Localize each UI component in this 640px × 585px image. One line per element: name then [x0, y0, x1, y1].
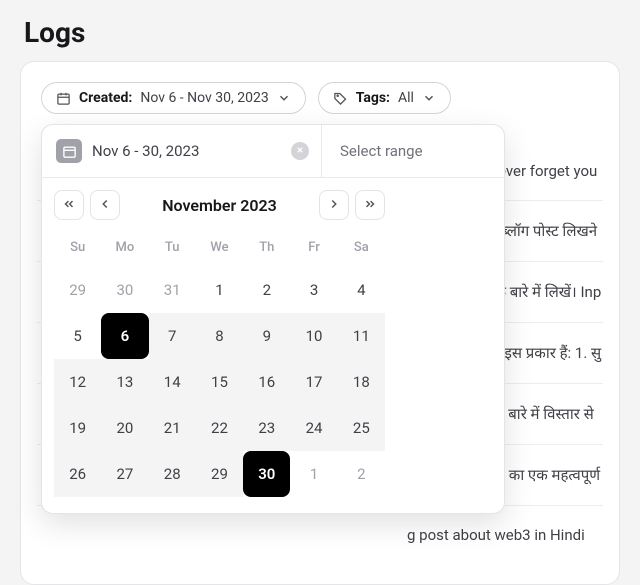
calendar-day[interactable]: 25 [338, 405, 385, 451]
calendar-day[interactable]: 18 [338, 359, 385, 405]
calendar-day[interactable]: 4 [338, 267, 385, 313]
calendar-dow: Fr [290, 230, 337, 267]
calendar-dow: Sa [338, 230, 385, 267]
calendar-day[interactable]: 8 [196, 313, 243, 359]
created-filter-label: Created: [79, 90, 132, 106]
calendar-day[interactable]: 14 [149, 359, 196, 405]
calendar-icon [56, 139, 82, 163]
calendar-day[interactable]: 21 [149, 405, 196, 451]
next-year-button[interactable] [355, 190, 385, 220]
filter-row: Created: Nov 6 - Nov 30, 2023 Tags: All [37, 82, 603, 128]
calendar-day[interactable]: 19 [54, 405, 101, 451]
calendar-dow: Mo [101, 230, 148, 267]
calendar-day[interactable]: 2 [338, 451, 385, 497]
tags-filter-pill[interactable]: Tags: All [318, 82, 451, 114]
calendar-day[interactable]: 6 [101, 313, 148, 359]
calendar-dow: Tu [149, 230, 196, 267]
calendar-day[interactable]: 30 [243, 451, 290, 497]
tag-icon [333, 91, 348, 106]
calendar-day[interactable]: 24 [290, 405, 337, 451]
chevron-down-icon [277, 91, 291, 105]
calendar-icon [56, 91, 71, 106]
calendar-day[interactable]: 9 [243, 313, 290, 359]
calendar-day[interactable]: 28 [149, 451, 196, 497]
calendar-day[interactable]: 3 [290, 267, 337, 313]
logs-card: Created: Nov 6 - Nov 30, 2023 Tags: All … [20, 61, 620, 585]
calendar-day[interactable]: 20 [101, 405, 148, 451]
calendar-day[interactable]: 2 [243, 267, 290, 313]
calendar-day[interactable]: 26 [54, 451, 101, 497]
selected-range-display[interactable]: Nov 6 - 30, 2023 [42, 125, 322, 177]
calendar-day[interactable]: 30 [101, 267, 148, 313]
calendar-day[interactable]: 13 [101, 359, 148, 405]
popover-header: Nov 6 - 30, 2023 Select range [42, 125, 504, 178]
calendar-day[interactable]: 27 [101, 451, 148, 497]
calendar-day[interactable]: 7 [149, 313, 196, 359]
next-month-button[interactable] [319, 190, 349, 220]
calendar-day[interactable]: 17 [290, 359, 337, 405]
calendar-day[interactable]: 22 [196, 405, 243, 451]
select-range-label: Select range [340, 142, 423, 160]
date-range-popover: Nov 6 - 30, 2023 Select range [41, 124, 505, 514]
calendar-nav: November 2023 [54, 190, 385, 220]
selected-range-text: Nov 6 - 30, 2023 [92, 142, 199, 160]
calendar-day[interactable]: 10 [290, 313, 337, 359]
calendar-day[interactable]: 1 [196, 267, 243, 313]
close-icon [296, 145, 304, 157]
chevron-right-icon [327, 197, 341, 214]
calendar-day[interactable]: 16 [243, 359, 290, 405]
calendar-day[interactable]: 15 [196, 359, 243, 405]
calendar-dow: Su [54, 230, 101, 267]
created-filter-pill[interactable]: Created: Nov 6 - Nov 30, 2023 [41, 82, 306, 114]
calendar-day[interactable]: 23 [243, 405, 290, 451]
calendar-dow: Th [243, 230, 290, 267]
chevrons-right-icon [363, 197, 377, 214]
calendar-day[interactable]: 12 [54, 359, 101, 405]
created-filter-value: Nov 6 - Nov 30, 2023 [140, 90, 268, 106]
calendar-day[interactable]: 11 [338, 313, 385, 359]
tags-filter-label: Tags: [356, 90, 390, 106]
prev-year-button[interactable] [54, 190, 84, 220]
calendar-day[interactable]: 5 [54, 313, 101, 359]
prev-month-button[interactable] [90, 190, 120, 220]
chevron-left-icon [98, 197, 112, 214]
calendar-day[interactable]: 1 [290, 451, 337, 497]
calendar-day[interactable]: 31 [149, 267, 196, 313]
chevrons-left-icon [62, 197, 76, 214]
clear-range-button[interactable] [291, 142, 309, 160]
page-title: Logs [0, 0, 640, 61]
calendar-grid: SuMoTuWeThFrSa29303112345678910111213141… [54, 230, 385, 497]
calendar-body: November 2023 SuMoTuWeThFrSa293031123456… [42, 178, 397, 513]
tags-filter-value: All [398, 90, 414, 106]
calendar-day[interactable]: 29 [196, 451, 243, 497]
calendar-dow: We [196, 230, 243, 267]
calendar-month-label: November 2023 [126, 196, 313, 215]
calendar-day[interactable]: 29 [54, 267, 101, 313]
select-range-button[interactable]: Select range [322, 125, 504, 177]
chevron-down-icon [422, 91, 436, 105]
